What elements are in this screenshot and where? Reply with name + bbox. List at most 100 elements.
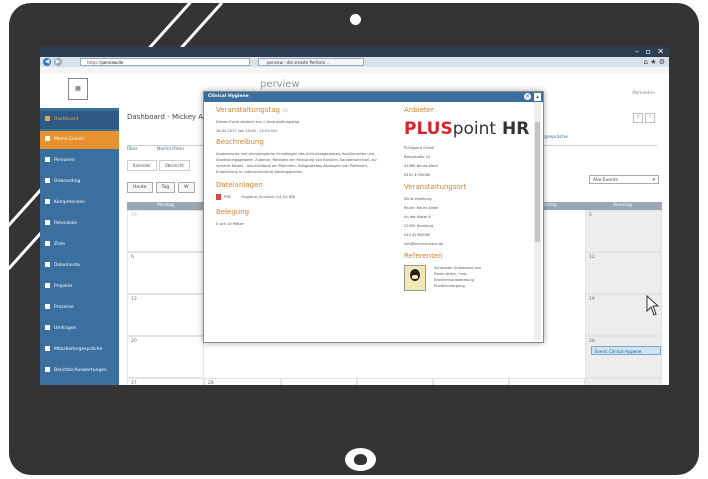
people-icon	[45, 157, 50, 162]
calendar-cell[interactable]	[509, 378, 585, 385]
attachments-heading: Dateianlagen	[216, 181, 263, 189]
browser-tab[interactable]: perview - die smarte Perform...	[258, 58, 364, 66]
sidebar: ▦ Dashboard Meine Events Personen Onboar…	[40, 73, 119, 385]
venue-line: Klinik Hamburg	[404, 197, 432, 201]
subtab-kalender[interactable]: Kalender	[127, 160, 157, 171]
day-number: 13	[131, 297, 137, 302]
occupancy-heading: Belegung	[216, 208, 250, 216]
event-label: Event: Clinical Hygiene	[595, 349, 642, 354]
calendar-cell[interactable]: 20	[127, 336, 204, 378]
day-number: 28	[208, 381, 214, 385]
url-field[interactable]: https://perview.de	[80, 58, 250, 66]
calendar-cell[interactable]: 28	[204, 378, 281, 385]
chat-icon	[45, 346, 50, 351]
sidebar-item-onboarding[interactable]: Onboarding	[40, 173, 119, 191]
occupancy-text: 0 von 10 Plätze	[216, 222, 244, 226]
calendar-cell[interactable]	[585, 378, 662, 385]
sidebar-item-ziele[interactable]: Ziele	[40, 236, 119, 254]
minimize-icon[interactable]: –	[635, 47, 639, 57]
sidebar-item-label: Umfragen	[54, 326, 77, 331]
back-icon[interactable]: ◀	[43, 58, 51, 66]
calendar-controls: Heute Tag W	[127, 173, 198, 193]
day-header: Montag	[157, 203, 174, 208]
sidebar-item-prozesse[interactable]: Prozesse	[40, 299, 119, 317]
day-number: 12	[589, 255, 595, 260]
calendar-cell[interactable]: 5	[585, 210, 662, 252]
sidebar-item-umfragen[interactable]: Umfragen	[40, 320, 119, 338]
event-detail-modal: Clinical Hygiene ✕ ▴ Veranstaltungstag (…	[203, 91, 544, 343]
calendar-cell[interactable]: 12	[585, 252, 662, 294]
attachment-name: Hygiene_Schulen (14,04 KB)	[241, 194, 296, 199]
calendar-cell[interactable]: 27	[127, 378, 204, 385]
modal-scrollbar[interactable]	[534, 102, 541, 340]
description-text: Anatomische und physiologische Grundlage…	[216, 152, 377, 174]
calendar-cell[interactable]: 29	[127, 210, 204, 252]
logout-link[interactable]: Abmelden	[632, 91, 655, 96]
maximize-icon[interactable]: ▫	[646, 47, 651, 57]
calendar-subtabs: Kalender Übersicht	[127, 152, 192, 171]
speaker-portrait	[404, 265, 426, 291]
chevron-down-icon: ▾	[652, 178, 655, 183]
company-logo: ▦	[40, 73, 119, 108]
scrollbar-thumb[interactable]	[535, 122, 540, 242]
description-heading: Beschreibung	[216, 138, 264, 146]
today-button[interactable]: Heute	[127, 182, 153, 193]
day-number: 19	[589, 297, 595, 302]
url-domain: perview.de	[101, 60, 124, 65]
provider-heading: Anbieter	[404, 106, 434, 114]
sidebar-item-label: Berichte/Auswertungen	[54, 368, 107, 373]
sidebar-item-meine-events[interactable]: Meine Events	[40, 131, 119, 149]
window-titlebar: – ▫ ✕	[40, 47, 669, 57]
pdf-icon	[216, 194, 221, 200]
sidebar-item-potenziale[interactable]: Potenziale	[40, 215, 119, 233]
sidebar-item-label: Personen	[54, 158, 75, 163]
address-bar: ◀ ▶ https://perview.de perview - die sma…	[40, 57, 669, 67]
close-icon[interactable]: ✕	[657, 47, 664, 57]
document-icon	[45, 262, 50, 267]
sidebar-item-dokumente[interactable]: Dokumente	[40, 257, 119, 275]
sidebar-item-label: Kompetenzen	[54, 200, 85, 205]
week-view-button[interactable]: W	[178, 182, 195, 193]
speaker-line: Privatvorsorgung	[434, 284, 465, 288]
sidebar-item-mitarbeitergespraeche[interactable]: Mitarbeitergespräche	[40, 341, 119, 359]
calendar-cell[interactable]: 6	[127, 252, 204, 294]
sidebar-item-label: Potenziale	[54, 221, 78, 226]
calendar-cell[interactable]	[357, 378, 433, 385]
calendar-cell[interactable]	[281, 378, 357, 385]
screen: – ▫ ✕ ◀ ▶ https://perview.de perview - d…	[40, 47, 669, 385]
speaker-text: Schwester Andreanne aus Raum Alster / er…	[434, 265, 526, 289]
day-number: 29	[131, 213, 137, 218]
heart-home-button[interactable]	[345, 448, 376, 471]
sidebar-item-berichte[interactable]: Berichte/Auswertungen	[40, 362, 119, 380]
mouse-cursor-icon	[646, 295, 660, 316]
event-datetime: 26.02.2017 von 10:00 - 11:00 Uhr	[216, 129, 278, 133]
sidebar-item-dashboard[interactable]: Dashboard	[40, 111, 119, 129]
scroll-up-icon[interactable]: ▴	[534, 93, 541, 101]
venue-line: 040 41300060	[404, 233, 431, 237]
calendar-event[interactable]: Event: Clinical Hygiene	[591, 346, 661, 355]
modal-titlebar: Clinical Hygiene ✕ ▴	[204, 92, 543, 102]
camera-dot	[350, 14, 361, 25]
attachment-link[interactable]: PDF Hygiene_Schulen (14,04 KB)	[216, 194, 386, 200]
forward-icon[interactable]: ▶	[54, 58, 62, 66]
collapse-icon[interactable]: ^	[645, 113, 655, 123]
sidebar-item-personen[interactable]: Personen	[40, 152, 119, 170]
sidebar-item-label: Dokumente	[54, 263, 81, 268]
close-icon[interactable]: ✕	[524, 93, 531, 100]
event-filter-select[interactable]: Alle Events ▾	[589, 175, 659, 184]
calendar-cell[interactable]	[433, 378, 509, 385]
attachment-type: PDF	[224, 194, 232, 199]
help-icon[interactable]: ?	[633, 113, 643, 123]
company-logo-icon: ▦	[68, 78, 88, 100]
day-number: 26	[589, 339, 595, 344]
sidebar-item-projekte[interactable]: Projekte	[40, 278, 119, 296]
sidebar-item-kompetenzen[interactable]: Kompetenzen	[40, 194, 119, 212]
day-view-button[interactable]: Tag	[155, 182, 176, 193]
sidebar-item-label: Ziele	[54, 242, 66, 247]
modal-right-column: Anbieter PLUSpoint HR PLUSpoint GmbH Bah…	[404, 106, 529, 291]
toolbar-icons[interactable]: ⌂ ★ ⚙	[644, 57, 665, 67]
calendar-cell[interactable]: 26	[585, 336, 662, 378]
venue-heading: Veranstaltungsort	[404, 183, 467, 191]
calendar-cell[interactable]: 13	[127, 294, 204, 336]
subtab-uebersicht[interactable]: Übersicht	[158, 160, 190, 171]
